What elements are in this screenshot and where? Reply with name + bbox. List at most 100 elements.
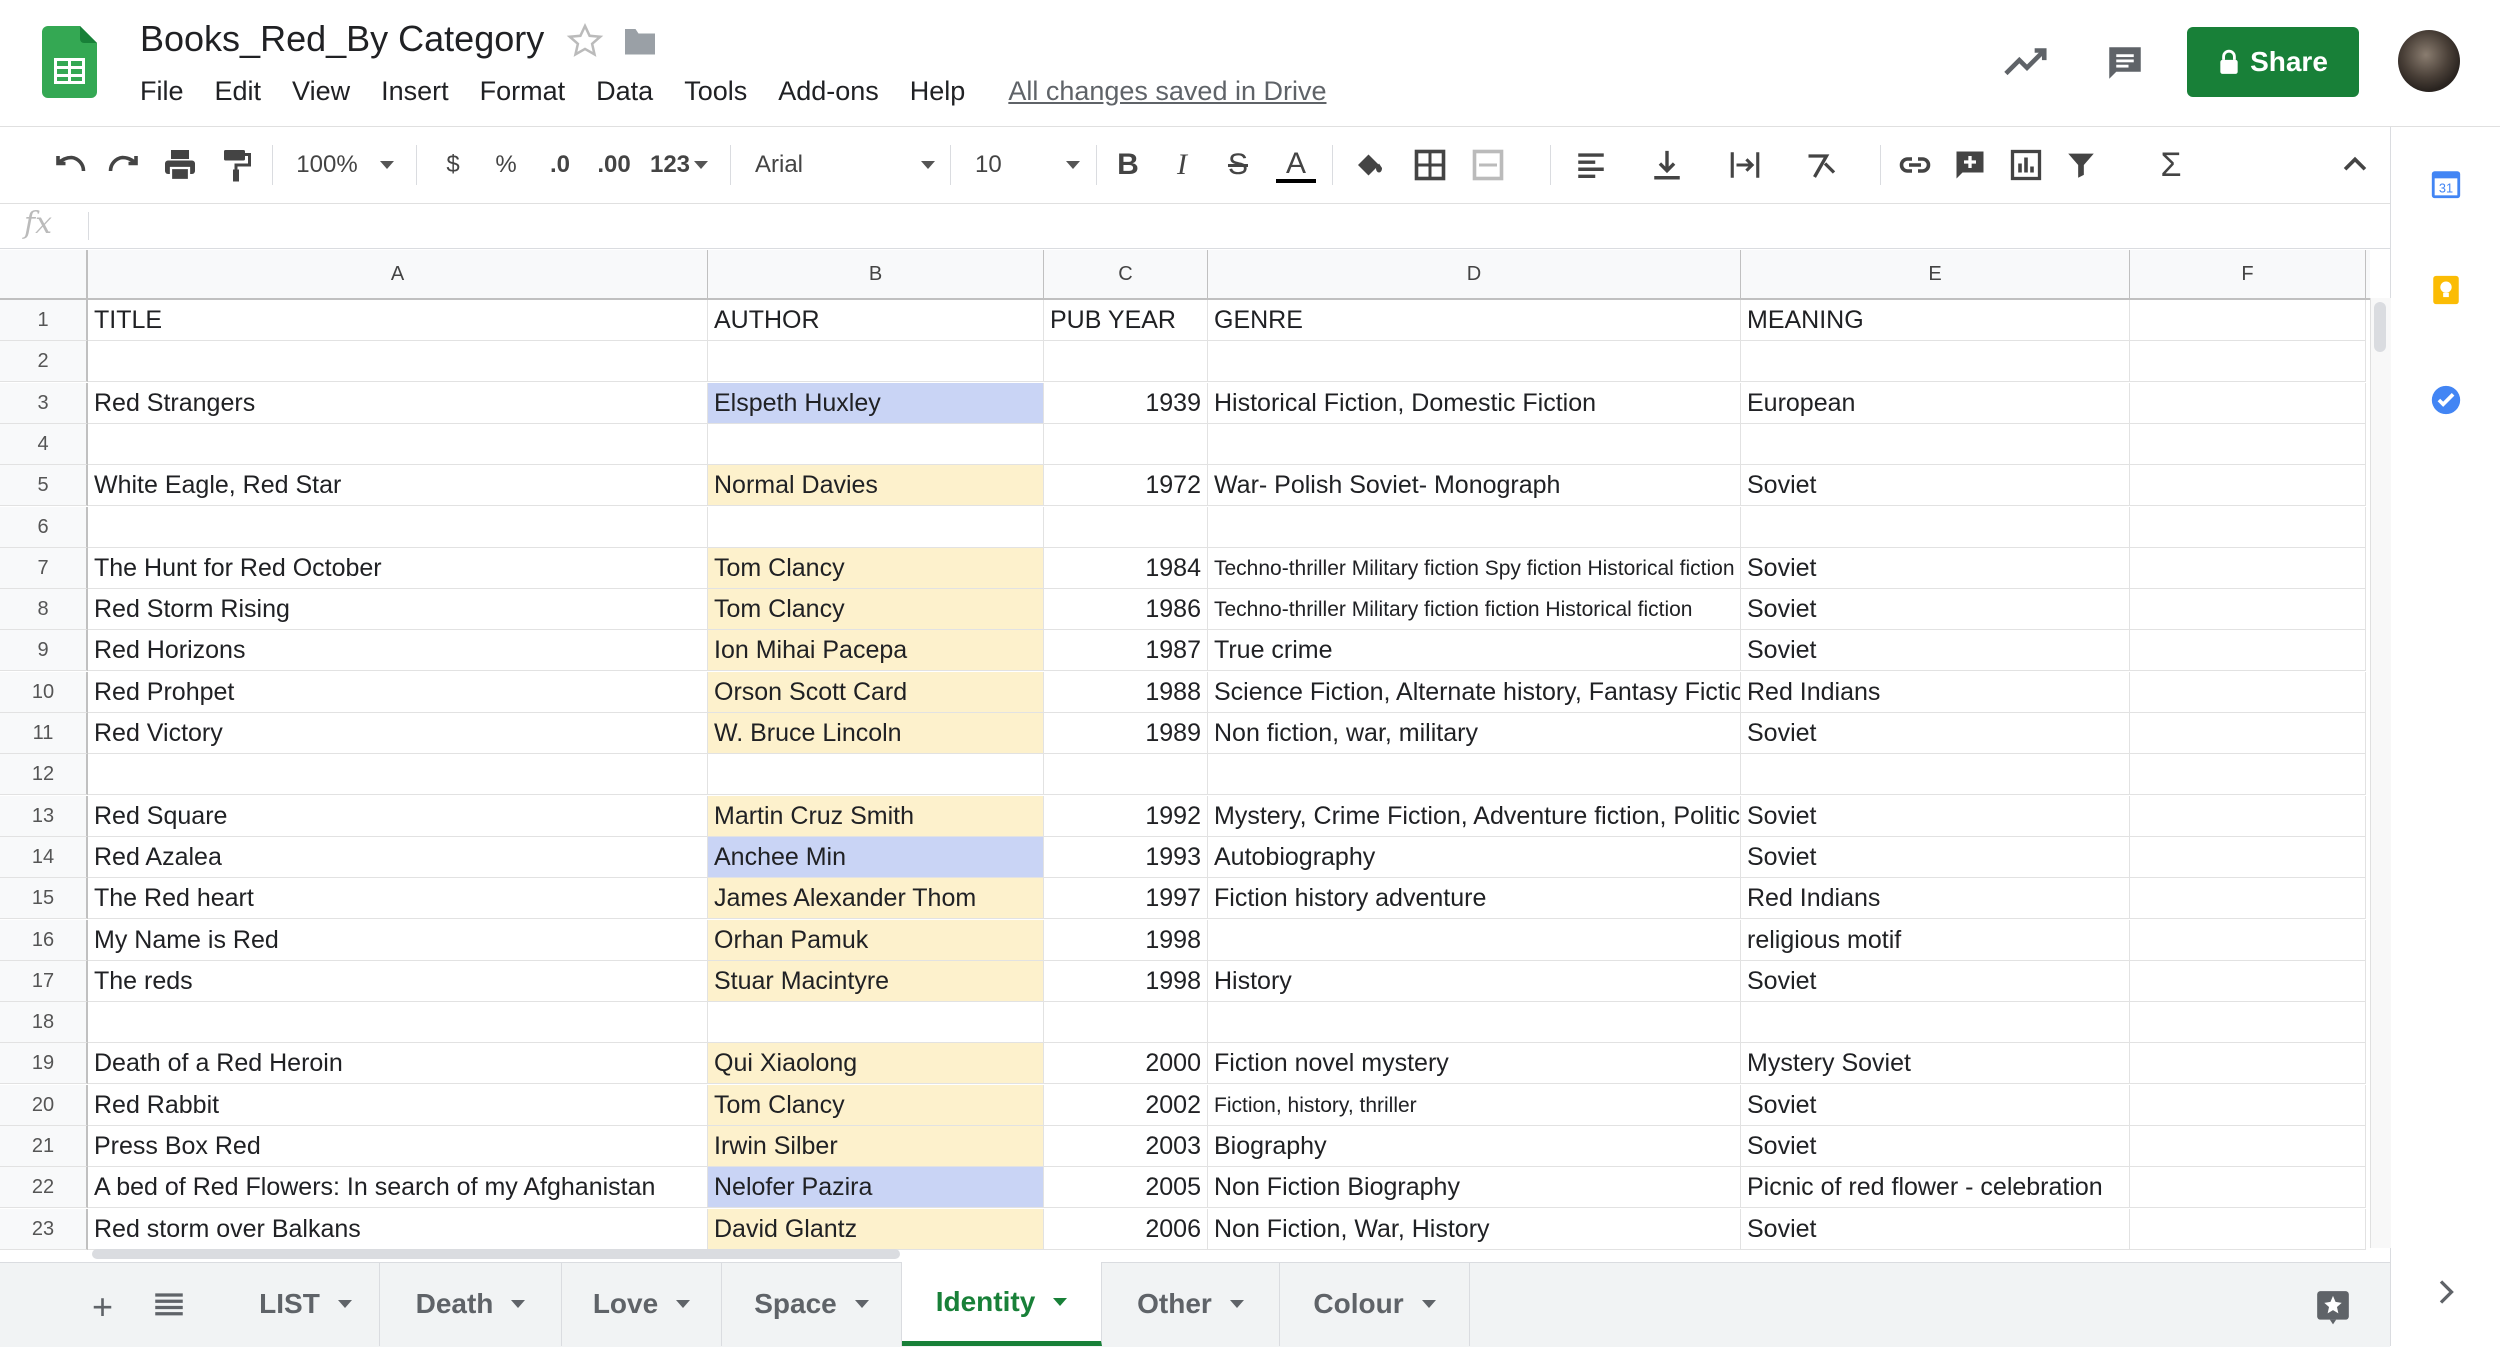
cell-b[interactable]: Orson Scott Card [708, 671, 1044, 713]
functions-button[interactable]: Σ [2156, 146, 2186, 184]
print-icon[interactable] [160, 147, 200, 183]
cell-b[interactable]: Irwin Silber [708, 1126, 1044, 1167]
formula-bar[interactable] [0, 204, 2390, 249]
cell-b[interactable]: James Alexander Thom [708, 878, 1044, 920]
save-status-link[interactable]: All changes saved in Drive [1008, 76, 1326, 116]
cell-c[interactable]: 1993 [1044, 836, 1208, 878]
cell-d[interactable]: History [1208, 960, 1741, 1002]
cell-a[interactable]: Red Horizons [88, 630, 708, 672]
cell-b[interactable]: AUTHOR [708, 300, 1044, 341]
cell-a[interactable]: Red Azalea [88, 836, 708, 878]
cell-b[interactable] [708, 423, 1044, 465]
keep-icon[interactable] [2429, 273, 2463, 307]
row-header[interactable]: 13 [0, 795, 88, 837]
cell-c[interactable] [1044, 341, 1208, 383]
menu-addons[interactable]: Add-ons [778, 76, 879, 116]
cell-b[interactable]: David Glantz [708, 1208, 1044, 1250]
cell-b[interactable] [708, 754, 1044, 796]
cell-e[interactable]: Soviet [1741, 795, 2130, 837]
sheet-tab-colour[interactable]: Colour [1280, 1262, 1470, 1346]
cell-c[interactable]: 2003 [1044, 1126, 1208, 1167]
sheet-tab-space[interactable]: Space [722, 1262, 902, 1346]
comment-history-icon[interactable] [2104, 42, 2146, 84]
menu-file[interactable]: File [140, 76, 184, 116]
cell-a[interactable]: The reds [88, 960, 708, 1002]
cell-c[interactable]: 1997 [1044, 878, 1208, 920]
row-header[interactable]: 9 [0, 630, 88, 672]
cell-c[interactable]: 1986 [1044, 589, 1208, 631]
cell-c[interactable]: PUB YEAR [1044, 300, 1208, 341]
vertical-scrollbar[interactable] [2370, 298, 2391, 1248]
cell-f[interactable] [2130, 1002, 2366, 1044]
cell-c[interactable]: 1972 [1044, 465, 1208, 507]
cell-b[interactable]: Orhan Pamuk [708, 919, 1044, 961]
cell-f[interactable] [2130, 547, 2366, 589]
cell-e[interactable]: MEANING [1741, 300, 2130, 341]
horizontal-scroll-thumb[interactable] [92, 1249, 900, 1259]
cell-c[interactable] [1044, 1002, 1208, 1044]
strikethrough-button[interactable]: S [1222, 147, 1254, 183]
cell-f[interactable] [2130, 795, 2366, 837]
cell-e[interactable]: religious motif [1741, 919, 2130, 961]
menu-help[interactable]: Help [910, 76, 966, 116]
cell-d[interactable]: Techno-thriller Military fiction fiction… [1208, 589, 1741, 631]
sheets-logo-icon[interactable] [42, 26, 97, 98]
cell-a[interactable]: Red Strangers [88, 382, 708, 424]
cell-a[interactable]: Death of a Red Heroin [88, 1043, 708, 1085]
spreadsheet-grid[interactable]: A B C D E F 1 TITLE AUTHOR PUB YEAR GENRE MEA… [0, 250, 2390, 1260]
cell-a[interactable]: White Eagle, Red Star [88, 465, 708, 507]
menu-format[interactable]: Format [480, 76, 566, 116]
redo-icon[interactable] [104, 147, 144, 183]
cell-b[interactable]: Nelofer Pazira [708, 1167, 1044, 1209]
collapse-toolbar-icon[interactable] [2338, 147, 2372, 183]
row-header[interactable]: 11 [0, 713, 88, 754]
cell-a[interactable] [88, 754, 708, 796]
menu-data[interactable]: Data [596, 76, 653, 116]
sheet-tab-death[interactable]: Death [380, 1262, 562, 1346]
cell-b[interactable]: Anchee Min [708, 836, 1044, 878]
horizontal-align-icon[interactable] [1574, 147, 1608, 183]
percent-format-button[interactable]: % [490, 147, 522, 183]
vertical-align-icon[interactable] [1650, 147, 1684, 183]
text-wrap-icon[interactable] [1728, 147, 1762, 183]
row-header[interactable]: 18 [0, 1002, 88, 1044]
cell-d[interactable]: Techno-thriller Military fiction Spy fic… [1208, 547, 1741, 589]
cell-e[interactable]: Soviet [1741, 1126, 2130, 1167]
cell-e[interactable]: Red Indians [1741, 671, 2130, 713]
sheet-tab-menu-caret[interactable] [511, 1300, 526, 1308]
sheet-tab-other[interactable]: Other [1102, 1262, 1280, 1346]
cell-f[interactable] [2130, 382, 2366, 424]
cell-c[interactable]: 1989 [1044, 713, 1208, 754]
cell-c[interactable]: 2005 [1044, 1167, 1208, 1209]
cell-d[interactable] [1208, 341, 1741, 383]
cell-b[interactable]: Qui Xiaolong [708, 1043, 1044, 1085]
cell-a[interactable]: TITLE [88, 300, 708, 341]
cell-e[interactable]: Soviet [1741, 465, 2130, 507]
currency-format-button[interactable]: $ [438, 147, 468, 183]
cell-f[interactable] [2130, 589, 2366, 631]
cell-c[interactable]: 2000 [1044, 1043, 1208, 1085]
bold-button[interactable]: B [1112, 147, 1144, 183]
cell-f[interactable] [2130, 1167, 2366, 1209]
fill-color-icon[interactable] [1352, 147, 1388, 183]
cell-d[interactable]: Historical Fiction, Domestic Fiction [1208, 382, 1741, 424]
cell-a[interactable] [88, 341, 708, 383]
cell-b[interactable]: Tom Clancy [708, 547, 1044, 589]
row-header[interactable]: 16 [0, 919, 88, 961]
cell-a[interactable]: Red Prohpet [88, 671, 708, 713]
cell-f[interactable] [2130, 1084, 2366, 1126]
star-icon[interactable] [566, 22, 604, 60]
cell-a[interactable]: The Hunt for Red October [88, 547, 708, 589]
add-sheet-icon[interactable]: + [92, 1286, 113, 1328]
cell-b[interactable]: Elspeth Huxley [708, 382, 1044, 424]
cell-c[interactable]: 1988 [1044, 671, 1208, 713]
menu-insert[interactable]: Insert [381, 76, 449, 116]
row-header[interactable]: 1 [0, 300, 88, 341]
cell-e[interactable]: Soviet [1741, 836, 2130, 878]
row-header[interactable]: 21 [0, 1126, 88, 1167]
cell-f[interactable] [2130, 1043, 2366, 1085]
cell-b[interactable]: Martin Cruz Smith [708, 795, 1044, 837]
cell-d[interactable]: True crime [1208, 630, 1741, 672]
cell-d[interactable]: Mystery, Crime Fiction, Adventure fictio… [1208, 795, 1741, 837]
activity-trend-icon[interactable] [2004, 44, 2050, 80]
